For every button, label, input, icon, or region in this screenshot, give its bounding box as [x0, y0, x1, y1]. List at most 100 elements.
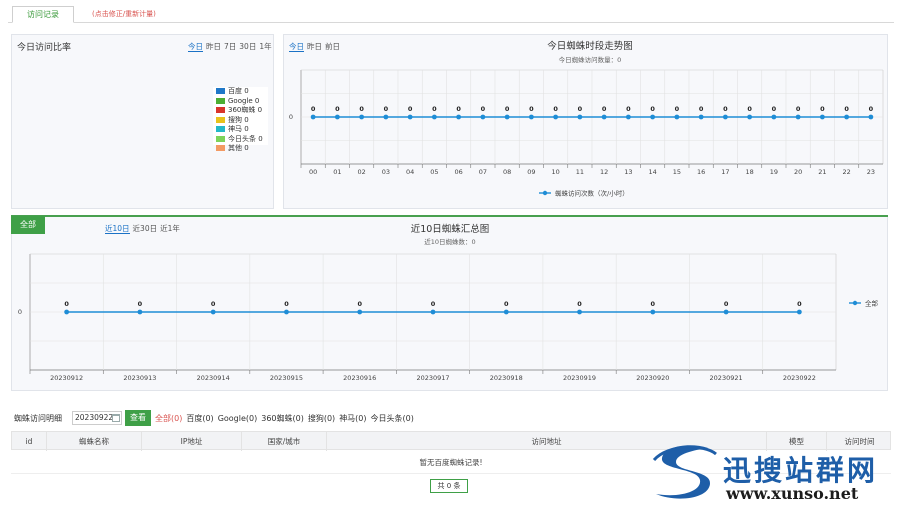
- x-tick-label: 20230921: [710, 374, 743, 382]
- legend-item[interactable]: 今日头条 0: [213, 135, 268, 145]
- ratio-range-2[interactable]: 7日: [224, 42, 236, 51]
- column-header: id: [12, 432, 47, 451]
- legend-item[interactable]: 搜狗 0: [213, 116, 268, 126]
- data-point[interactable]: [480, 114, 486, 120]
- data-point[interactable]: [650, 309, 656, 315]
- data-point[interactable]: [64, 309, 70, 315]
- x-tick-label: 20230922: [783, 374, 816, 382]
- legend-marker: [542, 190, 548, 196]
- column-header: 蜘蛛名称: [47, 432, 142, 451]
- calendar-icon[interactable]: [112, 414, 120, 422]
- x-tick-label: 20230917: [416, 374, 449, 382]
- hourly-range-1[interactable]: 昨日: [307, 42, 322, 51]
- data-point[interactable]: [284, 309, 289, 315]
- data-point[interactable]: [310, 114, 316, 120]
- data-point[interactable]: [868, 114, 874, 120]
- visit-ratio-title: 今日访问比率: [17, 43, 72, 53]
- data-point[interactable]: [577, 114, 583, 120]
- x-tick-label: 08: [503, 168, 511, 176]
- data-point[interactable]: [334, 114, 340, 120]
- ratio-range-1[interactable]: 昨日: [206, 42, 221, 51]
- data-point[interactable]: [210, 309, 216, 315]
- legend-swatch: [216, 97, 225, 104]
- daily-range-2[interactable]: 近1年: [160, 224, 180, 233]
- data-point[interactable]: [601, 114, 607, 120]
- x-tick-label: 20230913: [123, 374, 156, 382]
- data-label: 0: [359, 105, 364, 113]
- recalculate-link[interactable]: (点击修正/重新计量): [92, 6, 156, 23]
- data-label: 0: [650, 105, 655, 113]
- data-point[interactable]: [771, 114, 777, 120]
- data-label: 0: [357, 300, 362, 308]
- data-point[interactable]: [430, 309, 436, 315]
- data-point[interactable]: [844, 114, 850, 120]
- data-label: 0: [723, 105, 728, 113]
- legend-label[interactable]: 蜘蛛访问次数（次/小时）: [555, 189, 629, 198]
- spider-filter-5[interactable]: 神马(0): [339, 414, 366, 423]
- data-point[interactable]: [819, 114, 825, 120]
- data-point[interactable]: [137, 309, 143, 315]
- data-point[interactable]: [528, 114, 534, 120]
- data-point[interactable]: [577, 309, 582, 315]
- data-point[interactable]: [747, 114, 753, 120]
- data-label: 0: [311, 105, 316, 113]
- spider-filter-3[interactable]: 360蜘蛛(0): [261, 414, 304, 423]
- ratio-range-3[interactable]: 30日: [239, 42, 256, 51]
- top-tab-bar: 访问记录 (点击修正/重新计量): [8, 6, 894, 23]
- hourly-range-0[interactable]: 今日: [289, 42, 304, 52]
- data-point[interactable]: [795, 114, 801, 120]
- legend-label[interactable]: 全部: [865, 299, 879, 308]
- legend-swatch: [216, 126, 225, 132]
- query-button[interactable]: 查看: [125, 410, 151, 426]
- x-tick-label: 01: [333, 168, 341, 176]
- tab-visit-records[interactable]: 访问记录: [12, 6, 74, 23]
- watermark-text: 迅搜站群网: [723, 454, 879, 487]
- daily-chart-title: 近10日蜘蛛汇总图: [410, 224, 490, 235]
- data-label: 0: [869, 105, 874, 113]
- y-tick-label: 0: [18, 308, 22, 316]
- date-input[interactable]: 20230922: [72, 411, 122, 425]
- data-point[interactable]: [553, 114, 559, 120]
- x-tick-label: 13: [624, 168, 632, 176]
- spider-filter-4[interactable]: 搜狗(0): [308, 414, 335, 423]
- data-point[interactable]: [456, 114, 462, 120]
- data-point[interactable]: [625, 114, 631, 120]
- data-point[interactable]: [796, 309, 802, 315]
- daily-tab-all[interactable]: 全部: [11, 216, 45, 234]
- spider-filter-2[interactable]: Google(0): [218, 414, 258, 423]
- legend-item[interactable]: Google 0: [213, 97, 268, 107]
- spider-filter-6[interactable]: 今日头条(0): [371, 414, 414, 423]
- data-point[interactable]: [723, 309, 729, 315]
- ratio-range-4[interactable]: 1年: [259, 42, 271, 51]
- hourly-range-2[interactable]: 前日: [325, 42, 340, 51]
- legend-label: Google 0: [228, 96, 260, 105]
- data-label: 0: [651, 300, 656, 308]
- data-label: 0: [699, 105, 704, 113]
- data-point[interactable]: [504, 114, 510, 120]
- legend-swatch: [216, 135, 225, 142]
- legend-item[interactable]: 百度 0: [213, 87, 268, 97]
- legend-item[interactable]: 360蜘蛛 0: [213, 106, 268, 116]
- legend-item[interactable]: 其他 0: [213, 144, 268, 154]
- daily-range-1[interactable]: 近30日: [133, 224, 158, 233]
- data-point[interactable]: [431, 114, 437, 120]
- data-label: 0: [431, 300, 436, 308]
- data-label: 0: [432, 105, 437, 113]
- data-label: 0: [335, 105, 340, 113]
- ratio-range-0[interactable]: 今日: [188, 42, 203, 52]
- spider-filter-0[interactable]: 全部(0): [155, 414, 182, 423]
- data-point[interactable]: [503, 309, 509, 315]
- data-label: 0: [844, 105, 849, 113]
- data-point[interactable]: [357, 309, 363, 315]
- data-point[interactable]: [407, 114, 413, 120]
- legend-label: 其他 0: [228, 144, 249, 152]
- data-point[interactable]: [722, 114, 728, 120]
- data-point[interactable]: [359, 114, 365, 120]
- legend-item[interactable]: 神马 0: [213, 125, 268, 135]
- data-point[interactable]: [674, 114, 680, 120]
- data-point[interactable]: [650, 114, 656, 120]
- daily-range-0[interactable]: 近10日: [105, 224, 130, 234]
- data-point[interactable]: [698, 114, 704, 120]
- spider-filter-1[interactable]: 百度(0): [186, 414, 213, 423]
- data-point[interactable]: [383, 114, 389, 120]
